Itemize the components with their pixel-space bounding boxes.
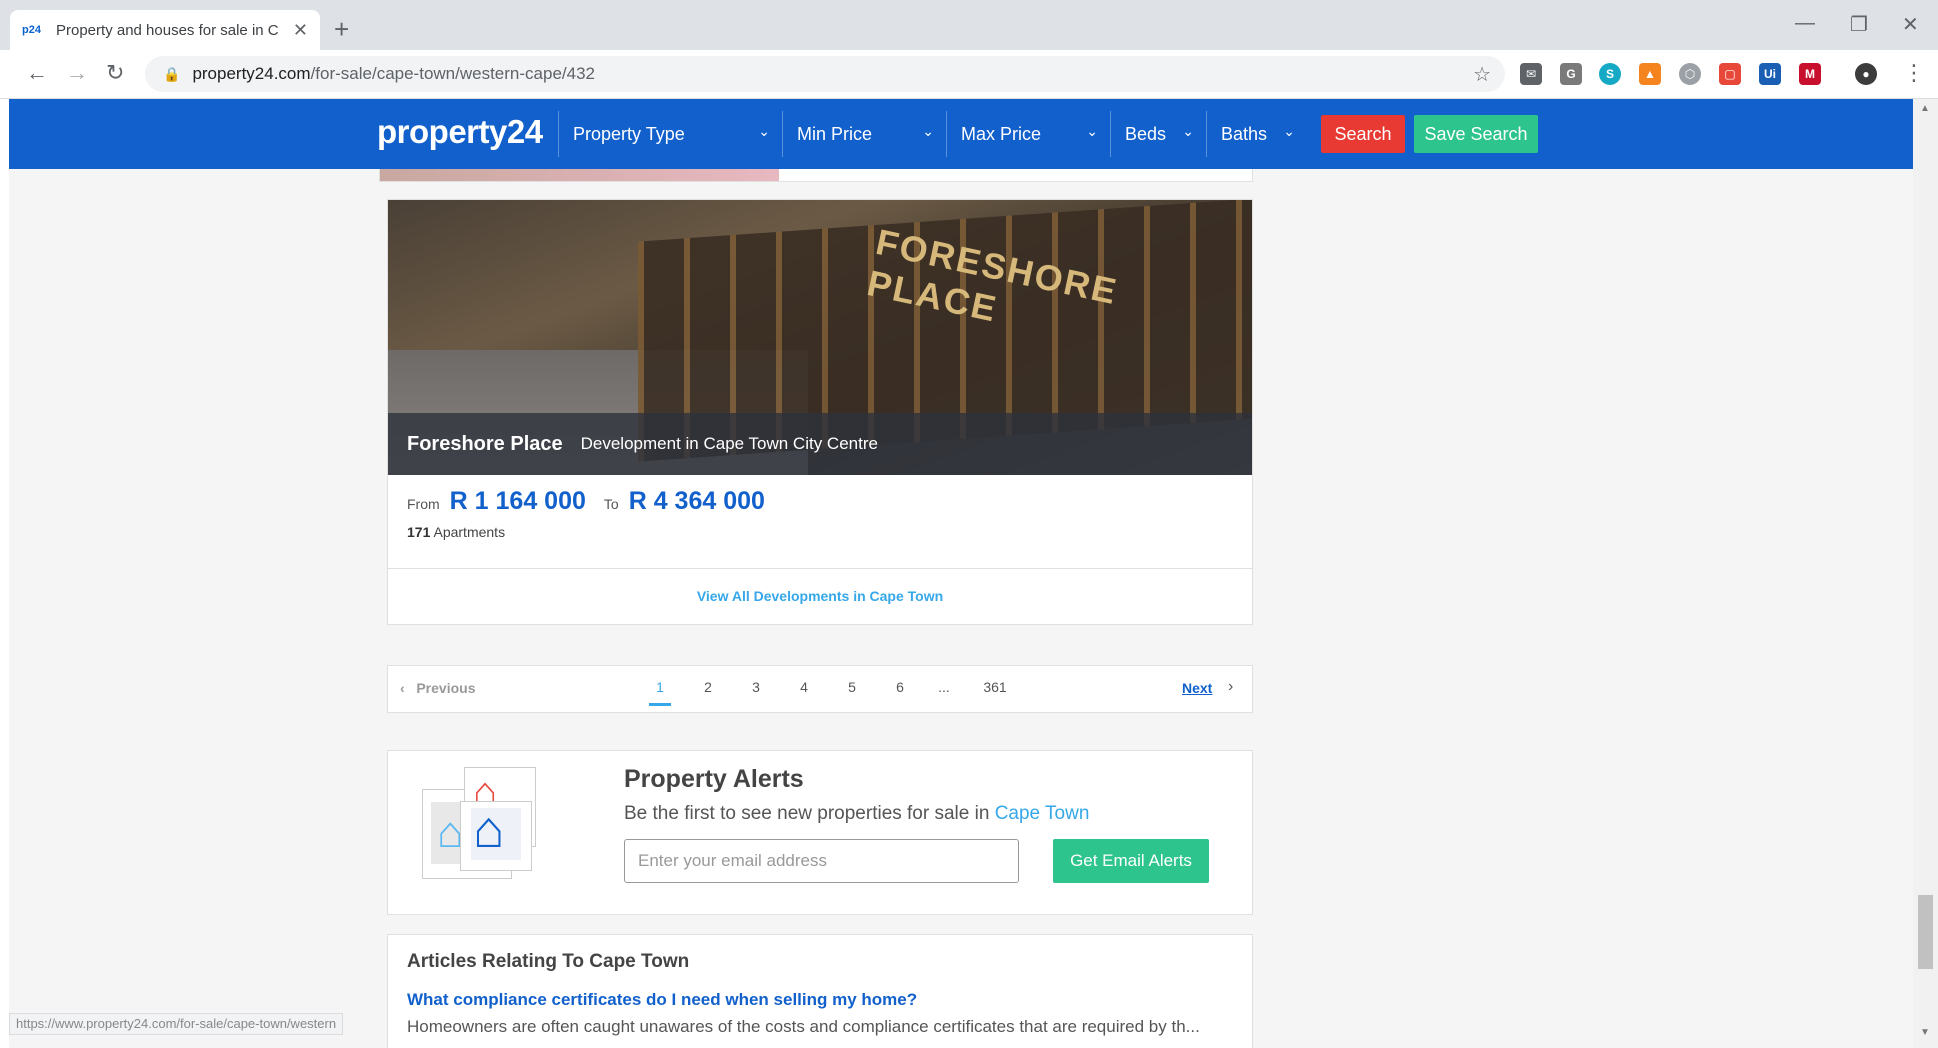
favicon-icon: p24 — [22, 24, 41, 36]
browser-toolbar: ← → ↻ 🔒 property24.com/for-sale/cape-tow… — [0, 50, 1938, 99]
mail-extension-icon[interactable]: ✉ — [1520, 63, 1542, 85]
property-alerts-title: Property Alerts — [624, 765, 804, 793]
min-price-label: Min Price — [797, 123, 873, 144]
page-link[interactable]: 3 — [745, 679, 767, 695]
next-button[interactable]: Next — [1182, 680, 1212, 696]
restore-icon[interactable]: ❐ — [1850, 12, 1868, 37]
image-caption: Foreshore Place Development in Cape Town… — [388, 413, 1252, 475]
lock-icon: 🔒 — [163, 65, 181, 82]
shield-extension-icon[interactable]: M — [1799, 63, 1821, 85]
article-link[interactable]: What compliance certificates do I need w… — [407, 990, 917, 1010]
max-price-dropdown[interactable]: Max Price ⌄ — [946, 111, 1110, 157]
property-alerts-subtitle: Be the first to see new properties for s… — [624, 803, 1089, 825]
address-bar[interactable]: 🔒 property24.com/for-sale/cape-town/west… — [145, 56, 1505, 92]
property-type-dropdown[interactable]: Property Type ⌄ — [558, 111, 782, 157]
pocket-extension-icon[interactable]: ▢ — [1719, 63, 1741, 85]
price-to: R 4 364 000 — [628, 487, 765, 515]
property-alerts-card: ⌂ ⌂ ⌂ Property Alerts Be the first to se… — [387, 750, 1253, 915]
close-window-icon[interactable]: ✕ — [1902, 12, 1919, 37]
scroll-up-icon[interactable]: ▲ — [1920, 103, 1930, 114]
hex-extension-icon[interactable]: ⬡ — [1679, 63, 1701, 85]
baths-dropdown[interactable]: Baths ⌄ — [1206, 111, 1307, 157]
page-link[interactable]: 2 — [697, 679, 719, 695]
scrollbar[interactable]: ▲ ▼ — [1913, 99, 1938, 1048]
close-tab-icon[interactable]: ✕ — [293, 20, 308, 41]
save-search-button[interactable]: Save Search — [1414, 115, 1538, 153]
max-price-label: Max Price — [961, 123, 1042, 144]
browser-tab-strip: p24 Property and houses for sale in C ✕ … — [0, 0, 1938, 50]
article-snippet: Homeowners are often caught unawares of … — [407, 1017, 1200, 1036]
view-all-developments-link[interactable]: View All Developments in Cape Town — [388, 569, 1252, 623]
previous-label: Previous — [416, 680, 476, 696]
development-image[interactable]: FORESHORE PLACE Foreshore Place Developm… — [388, 200, 1252, 475]
development-name[interactable]: Foreshore Place — [407, 433, 563, 456]
chevron-down-icon: ⌄ — [758, 123, 770, 139]
page-ellipsis: ... — [938, 679, 950, 695]
price-range: From R 1 164 000 To R 4 364 000 — [407, 487, 783, 516]
minimize-icon[interactable]: — — [1795, 12, 1815, 35]
fox-extension-icon[interactable]: ▲ — [1639, 63, 1661, 85]
house-illustration-blue: ⌂ — [460, 801, 532, 871]
apartment-count-label: Apartments — [433, 524, 506, 540]
menu-icon[interactable]: ⋮ — [1903, 60, 1925, 86]
page-link[interactable]: 4 — [793, 679, 815, 695]
page-viewport: property24 Property Type ⌄ Min Price ⌄ M… — [9, 99, 1913, 1048]
new-tab-icon[interactable]: + — [334, 14, 349, 45]
price-from: R 1 164 000 — [449, 487, 586, 515]
chevron-down-icon: ⌄ — [922, 123, 934, 139]
apartment-count: 171 Apartments — [407, 524, 505, 540]
from-label: From — [407, 496, 440, 512]
forward-icon[interactable]: → — [66, 60, 88, 86]
to-label: To — [603, 496, 619, 512]
apartment-count-number: 171 — [407, 524, 431, 540]
previous-button[interactable]: ‹ Previous — [400, 680, 475, 696]
baths-label: Baths — [1221, 123, 1268, 144]
chevron-down-icon: ⌄ — [1182, 123, 1194, 139]
chevron-down-icon: ⌄ — [1086, 123, 1098, 139]
reload-icon[interactable]: ↻ — [106, 60, 124, 86]
property-type-label: Property Type — [573, 123, 685, 144]
beds-label: Beds — [1125, 123, 1167, 144]
alerts-subtitle-text: Be the first to see new properties for s… — [624, 803, 990, 824]
next-label: Next — [1182, 680, 1213, 696]
profile-avatar[interactable]: ● — [1855, 63, 1877, 85]
tab-title: Property and houses for sale in C — [56, 21, 279, 39]
scrollbar-thumb[interactable] — [1918, 895, 1933, 969]
status-bar-url: https://www.property24.com/for-sale/cape… — [9, 1013, 344, 1035]
house-icon: ⌂ — [473, 801, 505, 859]
bookmark-star-icon[interactable]: ☆ — [1473, 62, 1491, 87]
page-link[interactable]: 6 — [889, 679, 911, 695]
ui-extension-icon[interactable]: Ui — [1759, 63, 1781, 85]
url-host: property24.com — [192, 64, 311, 83]
development-subtitle: Development in Cape Town City Centre — [580, 434, 878, 453]
chevron-down-icon: ⌄ — [1283, 123, 1295, 139]
min-price-dropdown[interactable]: Min Price ⌄ — [782, 111, 946, 157]
browser-tab[interactable]: p24 Property and houses for sale in C ✕ — [10, 10, 320, 50]
get-email-alerts-button[interactable]: Get Email Alerts — [1053, 839, 1209, 883]
page-link[interactable]: 1 — [649, 679, 671, 706]
url-path: /for-sale/cape-town/western-cape/432 — [310, 64, 595, 83]
page-link[interactable]: 361 — [979, 679, 1011, 695]
articles-title: Articles Relating To Cape Town — [407, 951, 690, 972]
cape-town-link[interactable]: Cape Town — [995, 803, 1090, 824]
chevron-right-icon[interactable]: › — [1228, 678, 1233, 696]
email-input[interactable] — [624, 839, 1019, 883]
beds-dropdown[interactable]: Beds ⌄ — [1110, 111, 1206, 157]
previous-card-bottom — [379, 169, 1253, 182]
property24-logo[interactable]: property24 — [377, 113, 543, 151]
page-link[interactable]: 5 — [841, 679, 863, 695]
pagination: ‹ Previous 1 2 3 4 5 6 ... 361 Next › — [387, 665, 1253, 713]
back-icon[interactable]: ← — [26, 60, 48, 86]
s-extension-icon[interactable]: S — [1599, 63, 1621, 85]
g-extension-icon[interactable]: G — [1560, 63, 1582, 85]
search-button[interactable]: Search — [1321, 115, 1405, 153]
articles-card: Articles Relating To Cape Town What comp… — [387, 934, 1253, 1048]
site-navbar: property24 Property Type ⌄ Min Price ⌄ M… — [9, 99, 1913, 169]
scroll-down-icon[interactable]: ▼ — [1920, 1027, 1930, 1038]
